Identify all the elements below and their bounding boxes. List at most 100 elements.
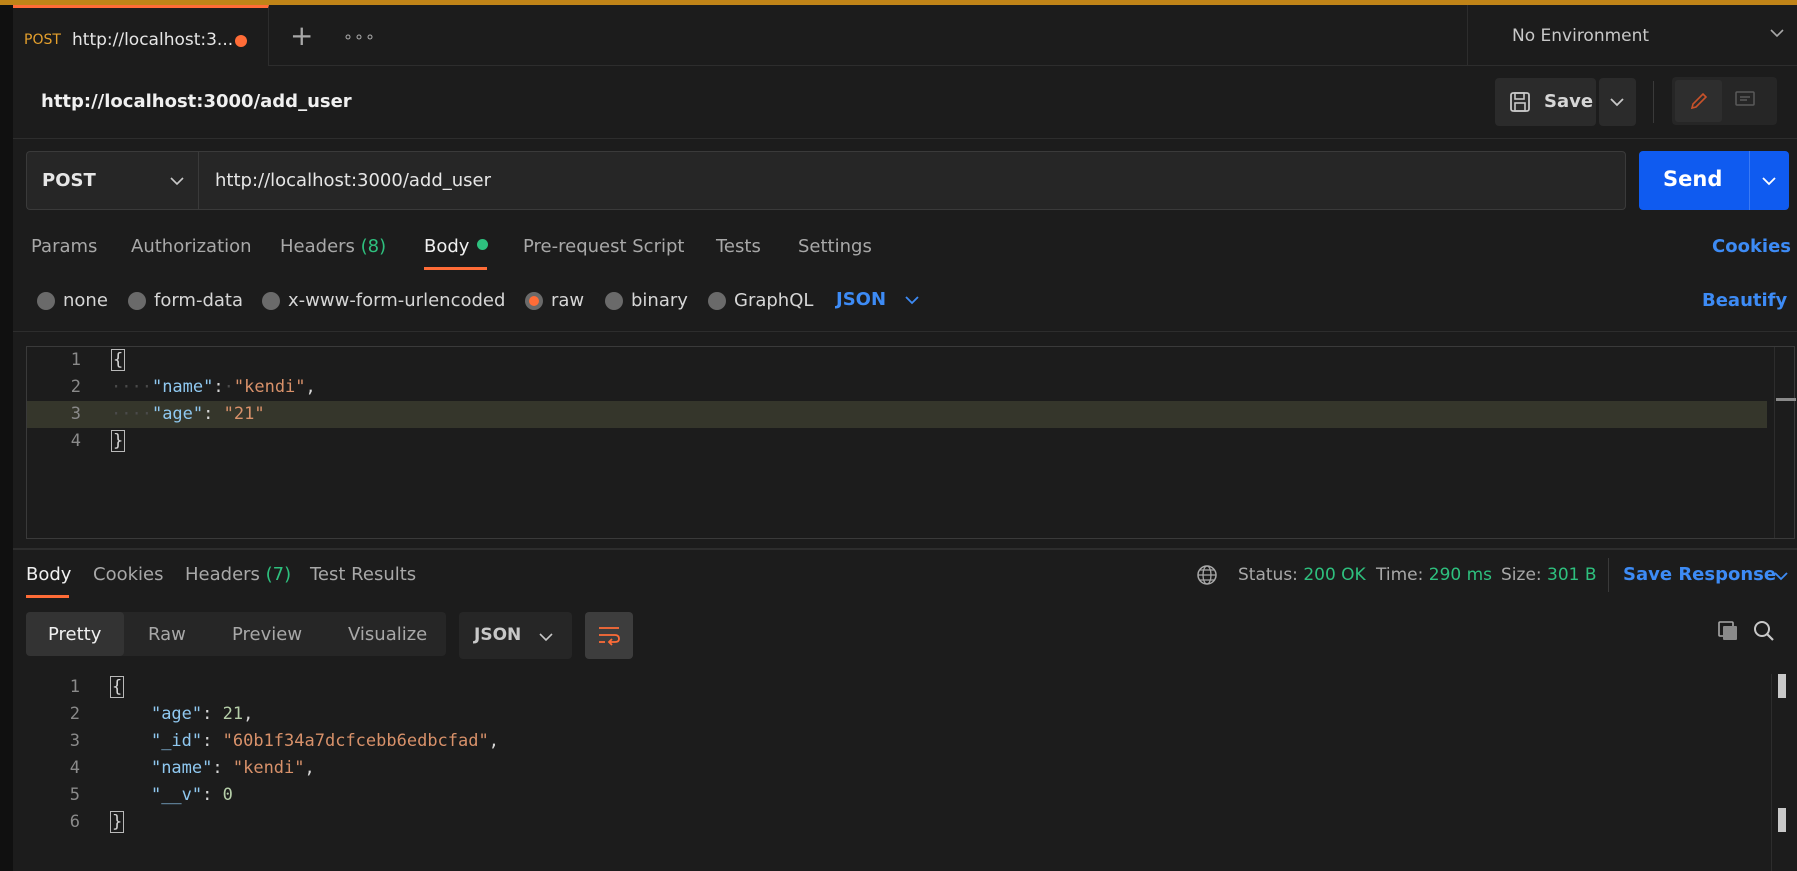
divider — [13, 331, 1797, 332]
method-label: POST — [42, 170, 96, 191]
radio-form-data[interactable]: form-data — [128, 290, 243, 311]
chevron-down-icon — [170, 177, 184, 186]
edit-mode-button[interactable] — [1675, 80, 1722, 122]
wrap-lines-icon — [599, 627, 620, 646]
environment-selector[interactable]: No Environment — [1467, 5, 1797, 66]
tab-bar: POST http://localhost:3... + ∘∘∘ No Envi… — [13, 5, 1797, 66]
view-mode-preview[interactable]: Preview — [232, 624, 302, 645]
status-stat[interactable]: Status: 200 OK — [1238, 565, 1366, 585]
tab-authorization[interactable]: Authorization — [131, 236, 252, 257]
json-value: 21 — [222, 704, 244, 724]
chevron-down-icon — [905, 296, 919, 305]
radio-graphql[interactable]: GraphQL — [708, 290, 813, 311]
globe-icon[interactable] — [1196, 564, 1218, 586]
json-key: "_id" — [150, 731, 203, 751]
json-value: "kendi" — [232, 758, 305, 778]
beautify-link[interactable]: Beautify — [1702, 290, 1787, 311]
tab-settings[interactable]: Settings — [798, 236, 872, 257]
body-format-select[interactable]: JSON — [836, 289, 919, 310]
left-gutter — [0, 5, 13, 871]
unsaved-dot-icon — [235, 35, 247, 47]
code-line: 2 "age": 21, — [69, 704, 254, 724]
radio-raw[interactable]: raw — [525, 290, 584, 311]
tab-method: POST — [24, 32, 61, 48]
url-input[interactable] — [198, 151, 1626, 210]
json-value: 0 — [222, 785, 233, 805]
body-indicator-dot-icon — [477, 239, 489, 250]
view-mode-raw[interactable]: Raw — [148, 624, 186, 645]
radio-icon — [262, 291, 280, 310]
response-format-select[interactable]: JSON — [459, 612, 572, 659]
brace-close: } — [110, 811, 125, 833]
radio-none[interactable]: none — [37, 290, 108, 311]
search-icon[interactable] — [1753, 620, 1775, 642]
active-response-tab-underline — [26, 595, 69, 598]
comment-icon[interactable] — [1735, 91, 1755, 109]
radio-selected-icon — [525, 291, 543, 310]
response-tab-headers[interactable]: Headers (7) — [185, 564, 291, 585]
response-tab-body[interactable]: Body — [26, 564, 71, 585]
request-body-editor[interactable]: 1 { 2 ····"name":·"kendi", 3 ····"age": … — [26, 346, 1796, 539]
more-tabs-icon[interactable]: ∘∘∘ — [343, 27, 376, 46]
tab-body[interactable]: Body — [424, 236, 489, 257]
pencil-icon — [1690, 92, 1708, 110]
send-button[interactable]: Send — [1639, 151, 1789, 210]
chevron-down-icon — [1770, 29, 1784, 38]
cookies-link[interactable]: Cookies — [1712, 236, 1791, 257]
json-key: "name" — [151, 377, 214, 397]
save-label: Save — [1544, 91, 1594, 112]
send-divider — [1749, 151, 1750, 210]
radio-binary[interactable]: binary — [605, 290, 688, 311]
radio-icon — [37, 291, 55, 310]
request-tab[interactable]: POST http://localhost:3... — [13, 5, 269, 66]
request-name-bar: http://localhost:3000/add_user Save — [13, 67, 1797, 139]
scroll-marker — [1778, 674, 1786, 698]
code-line: 3 "_id": "60b1f34a7dcfcebb6edbcfad", — [69, 731, 499, 751]
time-value: 290 ms — [1428, 565, 1493, 585]
copy-icon[interactable] — [1717, 620, 1739, 642]
editor-scrollbar[interactable] — [1774, 347, 1796, 538]
view-mode-pretty[interactable]: Pretty — [48, 624, 101, 645]
radio-x-www-form-urlencoded[interactable]: x-www-form-urlencoded — [262, 290, 505, 311]
active-tab-underline — [424, 267, 487, 270]
code-line: 4 } — [70, 430, 126, 452]
code-line: 5 "__v": 0 — [69, 785, 233, 805]
chevron-down-icon[interactable] — [1761, 174, 1777, 188]
brace-open: { — [110, 676, 125, 698]
size-stat[interactable]: Size: 301 B — [1501, 565, 1597, 585]
response-headers-count: (7) — [265, 564, 292, 585]
response-scrollbar[interactable] — [1771, 674, 1791, 871]
chevron-down-icon — [539, 633, 553, 642]
json-value: "kendi" — [233, 377, 306, 397]
view-mode-visualize[interactable]: Visualize — [348, 624, 427, 645]
brace-close: } — [111, 430, 126, 452]
headers-count: (8) — [360, 236, 387, 257]
environment-label: No Environment — [1512, 26, 1650, 46]
response-tab-cookies[interactable]: Cookies — [93, 564, 163, 585]
tab-tests[interactable]: Tests — [716, 236, 761, 257]
code-line: 4 "name": "kendi", — [69, 758, 315, 778]
response-body-viewer[interactable]: 1 { 2 "age": 21, 3 "_id": "60b1f34a7dcfc… — [26, 674, 1795, 871]
scroll-marker — [1776, 398, 1796, 401]
json-key: "__v" — [150, 785, 203, 805]
response-divider[interactable] — [13, 548, 1797, 550]
json-key: "name" — [150, 758, 213, 778]
json-value: "21" — [223, 404, 265, 424]
save-options-button[interactable] — [1599, 78, 1636, 126]
radio-icon — [605, 291, 623, 310]
status-value: 200 OK — [1303, 565, 1366, 585]
save-response-button[interactable]: Save Response — [1623, 564, 1788, 585]
json-value: "60b1f34a7dcfcebb6edbcfad" — [222, 731, 489, 751]
tab-headers[interactable]: Headers (8) — [280, 236, 386, 257]
tab-pre-request-script[interactable]: Pre-request Script — [523, 236, 684, 257]
scroll-marker — [1778, 808, 1786, 832]
time-stat[interactable]: Time: 290 ms — [1376, 565, 1492, 585]
request-name[interactable]: http://localhost:3000/add_user — [41, 91, 352, 112]
view-mode-group: Pretty Raw Preview Visualize — [26, 612, 446, 656]
method-select[interactable]: POST — [26, 151, 198, 210]
save-button[interactable]: Save — [1495, 78, 1596, 126]
tab-params[interactable]: Params — [31, 236, 97, 257]
response-tab-test-results[interactable]: Test Results — [310, 564, 416, 585]
wrap-lines-button[interactable] — [585, 612, 633, 659]
new-tab-plus-icon[interactable]: + — [290, 22, 313, 50]
